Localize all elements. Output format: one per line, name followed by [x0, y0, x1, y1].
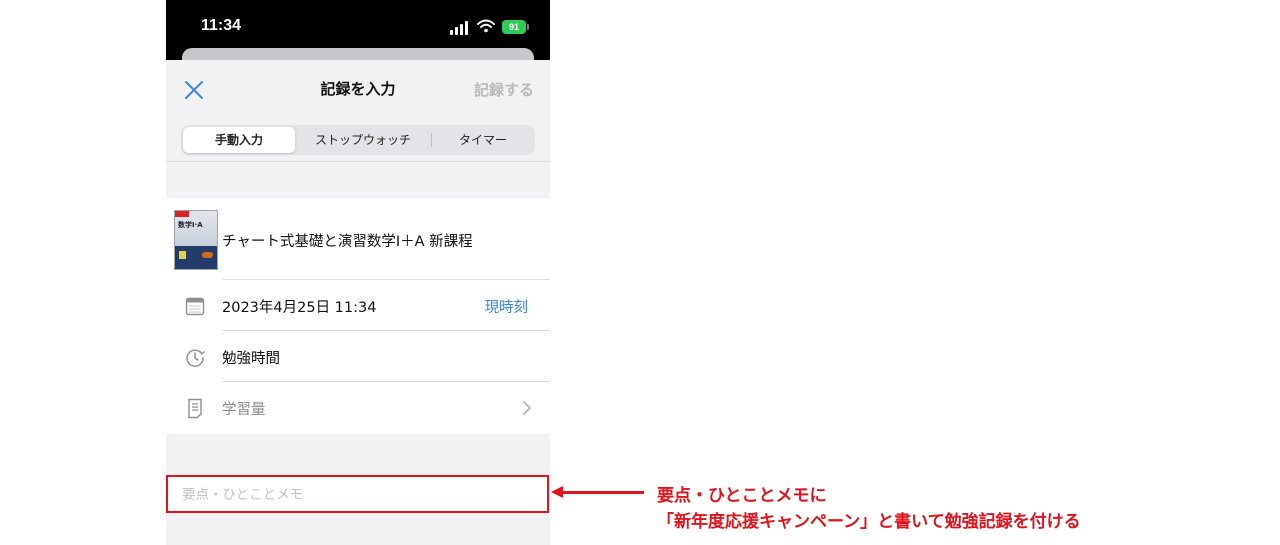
annotation-arrow-line — [560, 491, 644, 494]
phone-screen: 11:34 91 記録を入力 記録する 手動入力 ストップウォッチ タイマー 数… — [166, 0, 550, 545]
annotation-line-2: 「新年度応援キャンペーン」と書いて勉強記録を付ける — [657, 512, 1081, 532]
study-amount-label: 学習量 — [222, 402, 266, 418]
study-time-label: 勉強時間 — [222, 351, 280, 367]
book-row[interactable]: 数学I·A チャート式基礎と演習数学I＋A 新課程 — [166, 198, 550, 280]
record-entry-sheet: 記録を入力 記録する 手動入力 ストップウォッチ タイマー 数学I·A チャート… — [166, 60, 550, 545]
memo-input[interactable] — [182, 485, 522, 505]
study-amount-row[interactable]: 学習量 — [166, 382, 550, 434]
chevron-right-icon — [523, 401, 531, 415]
date-row[interactable]: 2023年4月25日 11:34 現時刻 — [166, 280, 550, 331]
segment-timer[interactable]: タイマー — [433, 127, 533, 153]
segment-divider — [431, 133, 432, 147]
annotation-line-1: 要点・ひとことメモに — [657, 486, 827, 506]
memo-highlight-box — [166, 475, 549, 513]
segment-stopwatch[interactable]: ストップウォッチ — [297, 127, 429, 153]
calendar-icon — [185, 297, 205, 316]
divider — [166, 161, 550, 162]
book-title: チャート式基礎と演習数学I＋A 新課程 — [222, 234, 473, 250]
record-form: 数学I·A チャート式基礎と演習数学I＋A 新課程 2023年4月25日 11:… — [166, 198, 550, 434]
battery-tip — [527, 24, 529, 30]
book-cover-image: 数学I·A — [174, 210, 218, 270]
battery-level: 91 — [508, 22, 519, 32]
segment-manual-input[interactable]: 手動入力 — [183, 127, 295, 153]
annotation-arrow-head — [551, 486, 563, 498]
now-button[interactable]: 現時刻 — [485, 296, 529, 317]
record-button[interactable]: 記録する — [474, 79, 534, 100]
battery-icon: 91 — [502, 20, 526, 34]
document-icon — [188, 398, 202, 419]
signal-icon — [450, 21, 470, 35]
cover-title: 数学I·A — [178, 221, 203, 229]
date-value: 2023年4月25日 11:34 — [222, 300, 377, 316]
wifi-icon — [477, 19, 495, 33]
study-time-row[interactable]: 勉強時間 — [166, 331, 550, 382]
input-mode-segmented-control: 手動入力 ストップウォッチ タイマー — [181, 125, 535, 155]
clock-icon — [186, 349, 205, 367]
status-time: 11:34 — [201, 17, 242, 34]
